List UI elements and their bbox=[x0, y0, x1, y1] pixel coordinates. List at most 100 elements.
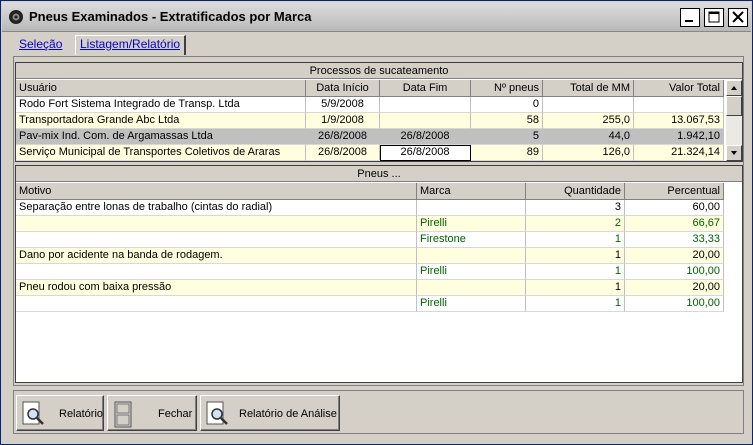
cell-motivo: Pneu rodou com baixa pressão bbox=[16, 280, 417, 296]
cell-total-mm bbox=[543, 97, 634, 113]
processos-header: Usuário Data Início Data Fim Nº pneus To… bbox=[16, 80, 724, 97]
pneus-grid[interactable]: Pneus ... Motivo Marca Quantidade Percen… bbox=[15, 165, 743, 383]
cell-quantidade: 1 bbox=[526, 296, 625, 312]
cell-marca: Pirelli bbox=[417, 264, 526, 280]
col-valor-total[interactable]: Valor Total bbox=[634, 80, 724, 97]
table-row[interactable]: Dano por acidente na banda de rodagem. 1… bbox=[16, 248, 724, 264]
cell-motivo bbox=[16, 216, 417, 232]
processos-scrollbar[interactable] bbox=[726, 80, 742, 161]
col-quantidade[interactable]: Quantidade bbox=[526, 183, 625, 200]
table-row[interactable]: Pirelli 1 100,00 bbox=[16, 264, 724, 280]
cell-quantidade: 3 bbox=[526, 200, 625, 216]
cell-percentual: 60,00 bbox=[625, 200, 724, 216]
door-icon bbox=[114, 401, 132, 428]
fechar-button[interactable]: Fechar bbox=[107, 395, 197, 431]
cell-valor-total: 13.067,53 bbox=[634, 113, 724, 129]
cell-motivo bbox=[16, 264, 417, 280]
col-motivo[interactable]: Motivo bbox=[16, 183, 417, 200]
cell-data-inicio: 26/8/2008 bbox=[306, 129, 380, 145]
title-bar: Pneus Examinados - Extratificados por Ma… bbox=[2, 2, 751, 32]
cell-num-pneus: 0 bbox=[471, 97, 543, 113]
col-percentual[interactable]: Percentual bbox=[625, 183, 724, 200]
cell-data-inicio: 26/8/2008 bbox=[306, 145, 380, 161]
cell-motivo bbox=[16, 296, 417, 312]
cell-percentual: 100,00 bbox=[625, 264, 724, 280]
cell-valor-total bbox=[634, 97, 724, 113]
cell-percentual: 20,00 bbox=[625, 280, 724, 296]
table-row[interactable]: Separação entre lonas de trabalho (cinta… bbox=[16, 200, 724, 216]
cell-motivo: Dano por acidente na banda de rodagem. bbox=[16, 248, 417, 264]
table-row[interactable]: Pneu rodou com baixa pressão 1 20,00 bbox=[16, 280, 724, 296]
close-button[interactable] bbox=[728, 8, 748, 27]
minimize-button[interactable] bbox=[680, 8, 700, 27]
col-usuario[interactable]: Usuário bbox=[16, 80, 306, 97]
cell-total-mm: 126,0 bbox=[543, 145, 634, 161]
cell-percentual: 33,33 bbox=[625, 232, 724, 248]
scroll-thumb[interactable] bbox=[726, 96, 742, 116]
scroll-down-button[interactable] bbox=[726, 145, 742, 161]
pneus-header: Motivo Marca Quantidade Percentual bbox=[16, 183, 724, 200]
cell-data-inicio: 5/9/2008 bbox=[306, 97, 380, 113]
col-marca[interactable]: Marca bbox=[417, 183, 526, 200]
cell-usuario: Serviço Municipal de Transportes Coletiv… bbox=[16, 145, 306, 161]
app-icon bbox=[9, 10, 23, 24]
table-row[interactable]: Rodo Fort Sistema Integrado de Transp. L… bbox=[16, 97, 724, 113]
cell-marca bbox=[417, 280, 526, 296]
table-row[interactable]: Firestone 1 33,33 bbox=[16, 232, 724, 248]
listagem-panel: Processos de sucateamento Usuário Data I… bbox=[13, 56, 744, 386]
col-total-mm[interactable]: Total de MM bbox=[543, 80, 634, 97]
maximize-button[interactable] bbox=[704, 8, 724, 27]
cell-percentual: 100,00 bbox=[625, 296, 724, 312]
cell-data-fim-focused[interactable]: 26/8/2008 bbox=[380, 145, 471, 161]
cell-num-pneus: 5 bbox=[471, 129, 543, 145]
cell-motivo bbox=[16, 232, 417, 248]
col-num-pneus[interactable]: Nº pneus bbox=[471, 80, 543, 97]
cell-data-fim bbox=[380, 113, 471, 129]
cell-quantidade: 1 bbox=[526, 264, 625, 280]
arrow-down-icon bbox=[731, 151, 737, 155]
cell-quantidade: 2 bbox=[526, 216, 625, 232]
table-row[interactable]: Serviço Municipal de Transportes Coletiv… bbox=[16, 145, 724, 161]
arrow-up-icon bbox=[731, 86, 737, 90]
cell-usuario: Pav-mix Ind. Com. de Argamassas Ltda bbox=[16, 129, 306, 145]
cell-marca: Pirelli bbox=[417, 296, 526, 312]
cell-num-pneus: 58 bbox=[471, 113, 543, 129]
analysis-magnifier-icon bbox=[206, 401, 228, 425]
cell-valor-total: 1.942,10 bbox=[634, 129, 724, 145]
relatorio-label: Relatório bbox=[59, 408, 104, 420]
processos-grid[interactable]: Processos de sucateamento Usuário Data I… bbox=[15, 62, 743, 162]
fechar-label: Fechar bbox=[158, 408, 193, 420]
main-window: Pneus Examinados - Extratificados por Ma… bbox=[0, 0, 753, 445]
window-title: Pneus Examinados - Extratificados por Ma… bbox=[29, 9, 312, 24]
cell-usuario: Rodo Fort Sistema Integrado de Transp. L… bbox=[16, 97, 306, 113]
scroll-up-button[interactable] bbox=[726, 80, 742, 96]
cell-quantidade: 1 bbox=[526, 280, 625, 296]
report-magnifier-icon bbox=[22, 401, 44, 425]
cell-percentual: 66,67 bbox=[625, 216, 724, 232]
relatorio-button[interactable]: Relatório bbox=[16, 395, 104, 431]
cell-marca bbox=[417, 200, 526, 216]
cell-data-fim bbox=[380, 97, 471, 113]
col-data-fim[interactable]: Data Fim bbox=[380, 80, 471, 97]
table-row-selected[interactable]: Pav-mix Ind. Com. de Argamassas Ltda 26/… bbox=[16, 129, 724, 145]
table-row[interactable]: Pirelli 2 66,67 bbox=[16, 216, 724, 232]
minimize-icon bbox=[685, 20, 693, 22]
tab-selecao[interactable]: Seleção bbox=[19, 37, 62, 51]
table-row[interactable]: Pirelli 1 100,00 bbox=[16, 296, 724, 312]
cell-valor-total: 21.324,14 bbox=[634, 145, 724, 161]
cell-percentual: 20,00 bbox=[625, 248, 724, 264]
cell-marca: Firestone bbox=[417, 232, 526, 248]
close-icon bbox=[732, 11, 744, 23]
cell-data-fim: 26/8/2008 bbox=[380, 129, 471, 145]
relatorio-analise-button[interactable]: Relatório de Análise bbox=[200, 395, 340, 431]
cell-marca: Pirelli bbox=[417, 216, 526, 232]
pneus-title: Pneus ... bbox=[16, 166, 742, 182]
cell-usuario: Transportadora Grande Abc Ltda bbox=[16, 113, 306, 129]
relatorio-analise-label: Relatório de Análise bbox=[239, 408, 337, 420]
col-data-inicio[interactable]: Data Início bbox=[306, 80, 380, 97]
tab-listagem-relatorio[interactable]: Listagem/Relatório bbox=[75, 35, 187, 55]
button-bar: Relatório Fechar Relatório de Análise bbox=[13, 390, 744, 434]
processos-title: Processos de sucateamento bbox=[16, 63, 742, 79]
table-row[interactable]: Transportadora Grande Abc Ltda 1/9/2008 … bbox=[16, 113, 724, 129]
cell-data-inicio: 1/9/2008 bbox=[306, 113, 380, 129]
